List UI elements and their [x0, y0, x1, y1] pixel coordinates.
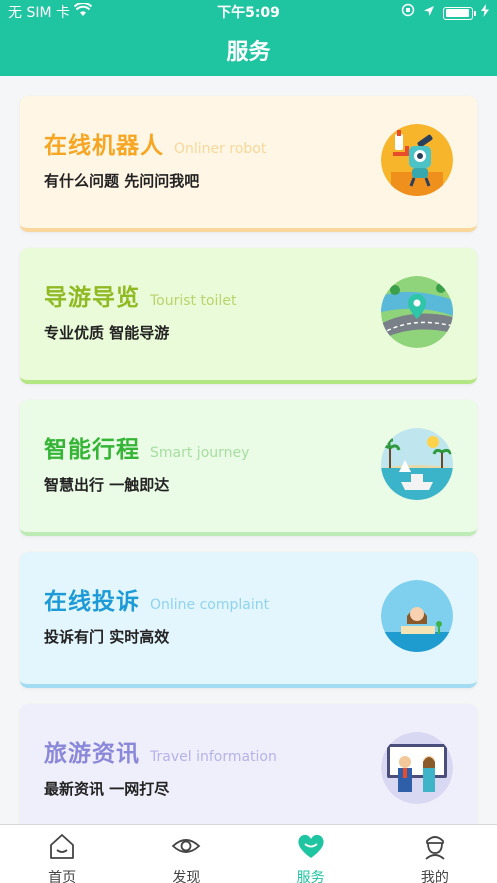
- tab-label: 我的: [420, 870, 449, 883]
- charging-icon: [481, 0, 489, 26]
- page-title: 服务: [226, 40, 271, 65]
- app-header: 无 SIM 卡 下午5:09 服务: [0, 0, 497, 76]
- tab-bar: 首页 发现 服务 我的: [0, 824, 497, 883]
- card-title: 导游导览: [44, 285, 140, 311]
- orientation-lock-icon: [401, 0, 415, 26]
- card-tourist-guide[interactable]: 导游导览 Tourist toilet 专业优质 智能导游: [20, 248, 477, 384]
- tab-home[interactable]: 首页: [0, 825, 124, 883]
- card-travel-information[interactable]: 旅游资讯 Travel information 最新资讯 一网打尽: [20, 704, 477, 824]
- tab-label: 首页: [48, 870, 77, 883]
- tab-profile[interactable]: 我的: [373, 825, 497, 883]
- card-title: 智能行程: [44, 437, 140, 463]
- card-title-row: 智能行程 Smart journey: [44, 430, 249, 464]
- map-road-icon: [381, 276, 453, 348]
- card-title-row: 在线投诉 Online complaint: [44, 582, 269, 616]
- status-right: [401, 0, 489, 26]
- card-subtitle: Travel information: [150, 749, 277, 765]
- beach-island-icon: [381, 428, 453, 500]
- card-description: 智慧出行 一触即达: [44, 476, 170, 494]
- card-description: 最新资讯 一网打尽: [44, 780, 170, 798]
- card-online-complaint[interactable]: 在线投诉 Online complaint 投诉有门 实时高效: [20, 552, 477, 688]
- card-description: 专业优质 智能导游: [44, 324, 170, 342]
- card-title: 在线投诉: [44, 589, 140, 615]
- card-subtitle: Tourist toilet: [150, 293, 237, 309]
- service-list: 在线机器人 Onliner robot 有什么问题 先问问我吧 导游导览 Tou…: [0, 76, 497, 824]
- card-title-row: 导游导览 Tourist toilet: [44, 278, 236, 312]
- battery-icon: [443, 6, 476, 20]
- tab-discover[interactable]: 发现: [124, 825, 248, 883]
- eye-icon: [171, 831, 201, 865]
- card-description: 有什么问题 先问问我吧: [44, 172, 200, 190]
- tab-label: 服务: [296, 870, 325, 883]
- card-subtitle: Onliner robot: [174, 141, 267, 157]
- heart-icon: [296, 831, 326, 865]
- profile-icon: [420, 831, 450, 865]
- service-woman-icon: [381, 580, 453, 652]
- tab-services[interactable]: 服务: [249, 825, 373, 883]
- presenters-icon: [381, 732, 453, 804]
- home-icon: [47, 831, 77, 865]
- card-online-robot[interactable]: 在线机器人 Onliner robot 有什么问题 先问问我吧: [20, 96, 477, 232]
- card-subtitle: Online complaint: [150, 597, 270, 613]
- card-title: 在线机器人: [44, 133, 164, 159]
- card-smart-journey[interactable]: 智能行程 Smart journey 智慧出行 一触即达: [20, 400, 477, 536]
- card-title: 旅游资讯: [44, 741, 140, 767]
- card-title-row: 旅游资讯 Travel information: [44, 734, 277, 768]
- robot-icon: [381, 124, 453, 196]
- status-bar: 无 SIM 卡 下午5:09: [0, 0, 497, 26]
- card-subtitle: Smart journey: [150, 445, 250, 461]
- card-description: 投诉有门 实时高效: [44, 628, 170, 646]
- tab-label: 发现: [172, 870, 201, 883]
- location-icon: [423, 0, 435, 26]
- card-title-row: 在线机器人 Onliner robot: [44, 126, 266, 160]
